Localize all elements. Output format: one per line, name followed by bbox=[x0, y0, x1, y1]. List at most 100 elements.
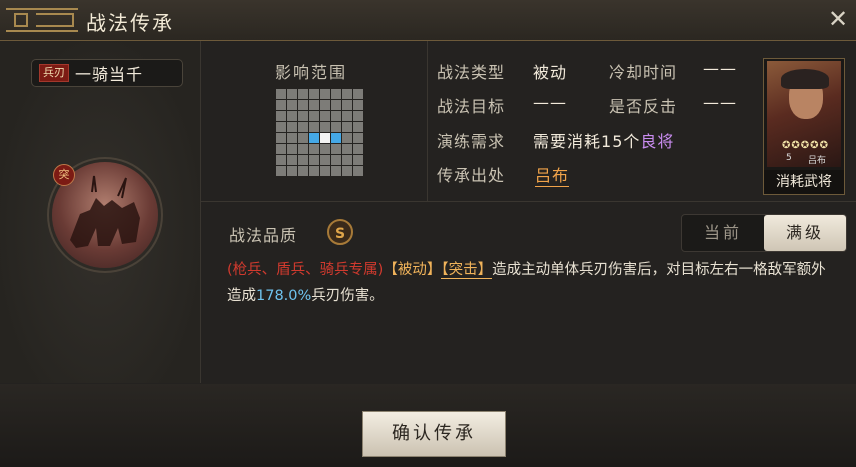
range-cell bbox=[309, 166, 319, 176]
star-icon: ✪ bbox=[782, 140, 791, 151]
range-cell bbox=[320, 166, 330, 176]
range-cell bbox=[287, 166, 297, 176]
range-cell bbox=[353, 155, 363, 165]
range-cell bbox=[298, 122, 308, 132]
range-cell bbox=[309, 155, 319, 165]
range-cell bbox=[298, 111, 308, 121]
range-cell bbox=[276, 166, 286, 176]
range-cell bbox=[298, 100, 308, 110]
range-cell bbox=[342, 100, 352, 110]
target-value: —— bbox=[533, 93, 567, 112]
range-cell bbox=[287, 111, 297, 121]
target-label: 战法目标 bbox=[437, 97, 506, 116]
skill-name: 一骑当千 bbox=[75, 65, 144, 84]
assault-tag-link[interactable]: 【突击】 bbox=[441, 262, 493, 279]
range-cell bbox=[331, 144, 341, 154]
range-cell bbox=[276, 100, 286, 110]
range-cell bbox=[287, 133, 297, 143]
general-name: 吕布 bbox=[808, 156, 827, 166]
range-cell bbox=[298, 166, 308, 176]
range-cell bbox=[276, 111, 286, 121]
general-card[interactable]: ✪ ✪ ✪ ✪ ✪ 5 吕布 消耗武将 bbox=[763, 58, 845, 195]
counter-label: 是否反击 bbox=[609, 97, 678, 116]
origin-label: 传承出处 bbox=[437, 166, 506, 185]
range-cell bbox=[331, 100, 341, 110]
range-cell bbox=[331, 89, 341, 99]
range-cell bbox=[353, 89, 363, 99]
quality-badge: S bbox=[327, 219, 353, 245]
cooldown-value: —— bbox=[703, 59, 737, 78]
footer: 确认传承 bbox=[0, 384, 856, 467]
range-cell bbox=[276, 122, 286, 132]
range-cell bbox=[342, 89, 352, 99]
general-portrait bbox=[767, 61, 841, 167]
star-icon: ✪ bbox=[819, 140, 828, 151]
range-cell bbox=[320, 144, 330, 154]
type-value: 被动 bbox=[533, 63, 568, 82]
range-cell bbox=[287, 89, 297, 99]
range-cell bbox=[309, 122, 319, 132]
range-cell bbox=[331, 122, 341, 132]
require-prefix: 需要消耗 bbox=[533, 132, 602, 151]
skill-name-box: 兵刃 一骑当千 bbox=[31, 59, 183, 87]
level-toggle: 当前 满级 bbox=[681, 214, 847, 252]
origin-general-link[interactable]: 吕布 bbox=[535, 162, 570, 187]
range-cell bbox=[320, 155, 330, 165]
window-title: 战法传承 bbox=[86, 11, 174, 35]
range-cell-hit bbox=[331, 133, 341, 143]
require-label: 演练需求 bbox=[437, 132, 506, 151]
range-cell bbox=[298, 155, 308, 165]
range-cell bbox=[353, 144, 363, 154]
toggle-max[interactable]: 满级 bbox=[764, 215, 846, 251]
require-quality: 良将 bbox=[640, 132, 675, 151]
star-icon: ✪ bbox=[810, 140, 819, 151]
range-cell bbox=[298, 144, 308, 154]
range-cell bbox=[298, 133, 308, 143]
range-cell bbox=[287, 100, 297, 110]
range-cell bbox=[331, 111, 341, 121]
range-cell-center bbox=[320, 133, 330, 143]
range-cell bbox=[342, 166, 352, 176]
range-cell bbox=[298, 89, 308, 99]
confirm-inherit-button[interactable]: 确认传承 bbox=[362, 411, 506, 457]
range-cell bbox=[276, 133, 286, 143]
range-cell bbox=[276, 144, 286, 154]
range-cell bbox=[287, 155, 297, 165]
require-count: 15个 bbox=[601, 132, 641, 151]
range-cell bbox=[342, 122, 352, 132]
range-cell bbox=[320, 122, 330, 132]
toggle-current[interactable]: 当前 bbox=[682, 215, 764, 251]
title-bar: 战法传承 ✕ bbox=[0, 0, 856, 41]
range-cell bbox=[353, 122, 363, 132]
range-grid bbox=[276, 89, 364, 177]
range-cell bbox=[320, 89, 330, 99]
type-label: 战法类型 bbox=[437, 63, 506, 82]
range-cell bbox=[342, 111, 352, 121]
skill-type-tag: 兵刃 bbox=[39, 64, 69, 82]
star-rating: ✪ ✪ ✪ ✪ ✪ bbox=[782, 140, 828, 151]
range-cell-hit bbox=[309, 133, 319, 143]
general-level: 5 bbox=[786, 153, 792, 163]
close-icon[interactable]: ✕ bbox=[822, 3, 854, 35]
star-icon: ✪ bbox=[791, 140, 800, 151]
range-cell bbox=[331, 155, 341, 165]
range-cell bbox=[353, 111, 363, 121]
range-cell bbox=[353, 100, 363, 110]
divider bbox=[427, 41, 428, 201]
range-cell bbox=[287, 122, 297, 132]
range-cell bbox=[309, 111, 319, 121]
cooldown-label: 冷却时间 bbox=[609, 63, 678, 82]
restriction-text: (枪兵、盾兵、骑兵专属) bbox=[227, 262, 384, 278]
range-cell bbox=[320, 100, 330, 110]
title-ornament-icon bbox=[6, 8, 78, 32]
counter-value: —— bbox=[703, 93, 737, 112]
range-cell bbox=[342, 133, 352, 143]
range-cell bbox=[342, 155, 352, 165]
damage-rate: 178.0% bbox=[256, 288, 312, 304]
card-caption: 消耗武将 bbox=[764, 170, 844, 194]
range-cell bbox=[353, 133, 363, 143]
quality-label: 战法品质 bbox=[229, 226, 298, 245]
range-cell bbox=[342, 144, 352, 154]
skill-preview-panel: 兵刃 一骑当千 突 bbox=[0, 41, 201, 383]
range-cell bbox=[309, 89, 319, 99]
